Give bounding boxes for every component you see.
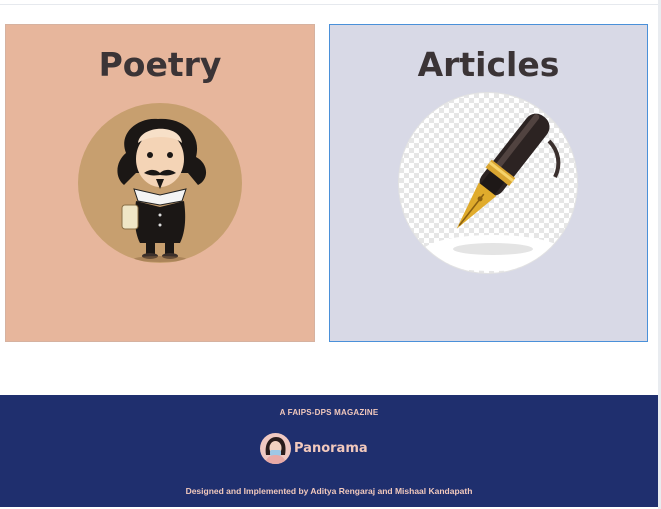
poetry-card-title: Poetry (98, 45, 222, 84)
poetry-card[interactable]: Poetry (5, 24, 315, 342)
brand-logo-link[interactable]: Panorama (260, 432, 368, 464)
site-footer: A FAIPS-DPS MAGAZINE Panorama Designed a… (0, 395, 658, 507)
footer-credit: Designed and Implemented by Aditya Renga… (185, 486, 473, 496)
panorama-logo-avatar-icon (260, 432, 291, 464)
articles-card[interactable]: Articles (329, 24, 648, 342)
articles-card-title: Articles (417, 45, 560, 84)
footer-tagline: A FAIPS-DPS MAGAZINE (279, 408, 379, 417)
top-divider (0, 0, 661, 5)
shakespeare-illustration-icon (78, 103, 242, 263)
fountain-pen-illustration-icon (398, 92, 578, 274)
brand-name: Panorama (294, 440, 368, 456)
